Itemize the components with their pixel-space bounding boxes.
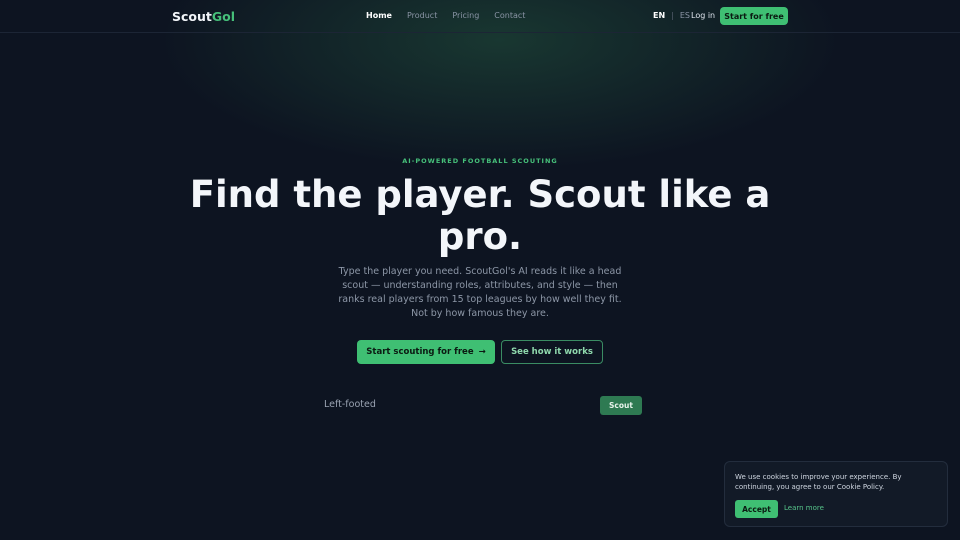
language-switcher: EN | ES <box>653 11 690 20</box>
top-navbar: ScoutGol Home Product Pricing Contact EN… <box>0 0 960 33</box>
accept-cookies-button[interactable]: Accept <box>735 500 778 518</box>
cookie-banner: We use cookies to improve your experienc… <box>724 461 948 527</box>
hero-subtext: Type the player you need. ScoutGol's AI … <box>338 266 622 319</box>
nav-links: Home Product Pricing Contact <box>366 11 540 20</box>
search-input[interactable]: Left-footed <box>324 399 376 410</box>
arrow-right-icon: → <box>478 347 486 357</box>
nav-link-contact[interactable]: Contact <box>494 11 525 20</box>
logo-accent-text: Gol <box>211 9 236 24</box>
logo[interactable]: ScoutGol <box>172 9 235 24</box>
see-how-it-works-button[interactable]: See how it works <box>501 340 603 364</box>
cookie-text: We use cookies to improve your experienc… <box>735 473 902 491</box>
start-scouting-label: Start scouting for free <box>366 347 474 357</box>
scout-search-bar: Left-footed Scout <box>316 392 648 420</box>
nav-link-pricing[interactable]: Pricing <box>452 11 479 20</box>
start-free-button[interactable]: Start for free <box>720 7 788 25</box>
nav-link-product[interactable]: Product <box>407 11 437 20</box>
logo-main-text: Scout <box>172 9 212 24</box>
lang-en[interactable]: EN <box>653 11 665 20</box>
learn-more-link[interactable]: Learn more <box>784 504 824 512</box>
login-link[interactable]: Log in <box>691 11 715 20</box>
hero-headline: Find the player. Scout like a pro. <box>189 173 771 258</box>
lang-separator: | <box>671 11 674 20</box>
start-scouting-button[interactable]: Start scouting for free → <box>357 340 495 364</box>
nav-link-home[interactable]: Home <box>366 11 392 20</box>
lang-es[interactable]: ES <box>680 11 690 20</box>
scout-button[interactable]: Scout <box>600 396 642 415</box>
hero-eyebrow: AI-POWERED FOOTBALL SCOUTING <box>402 157 558 165</box>
